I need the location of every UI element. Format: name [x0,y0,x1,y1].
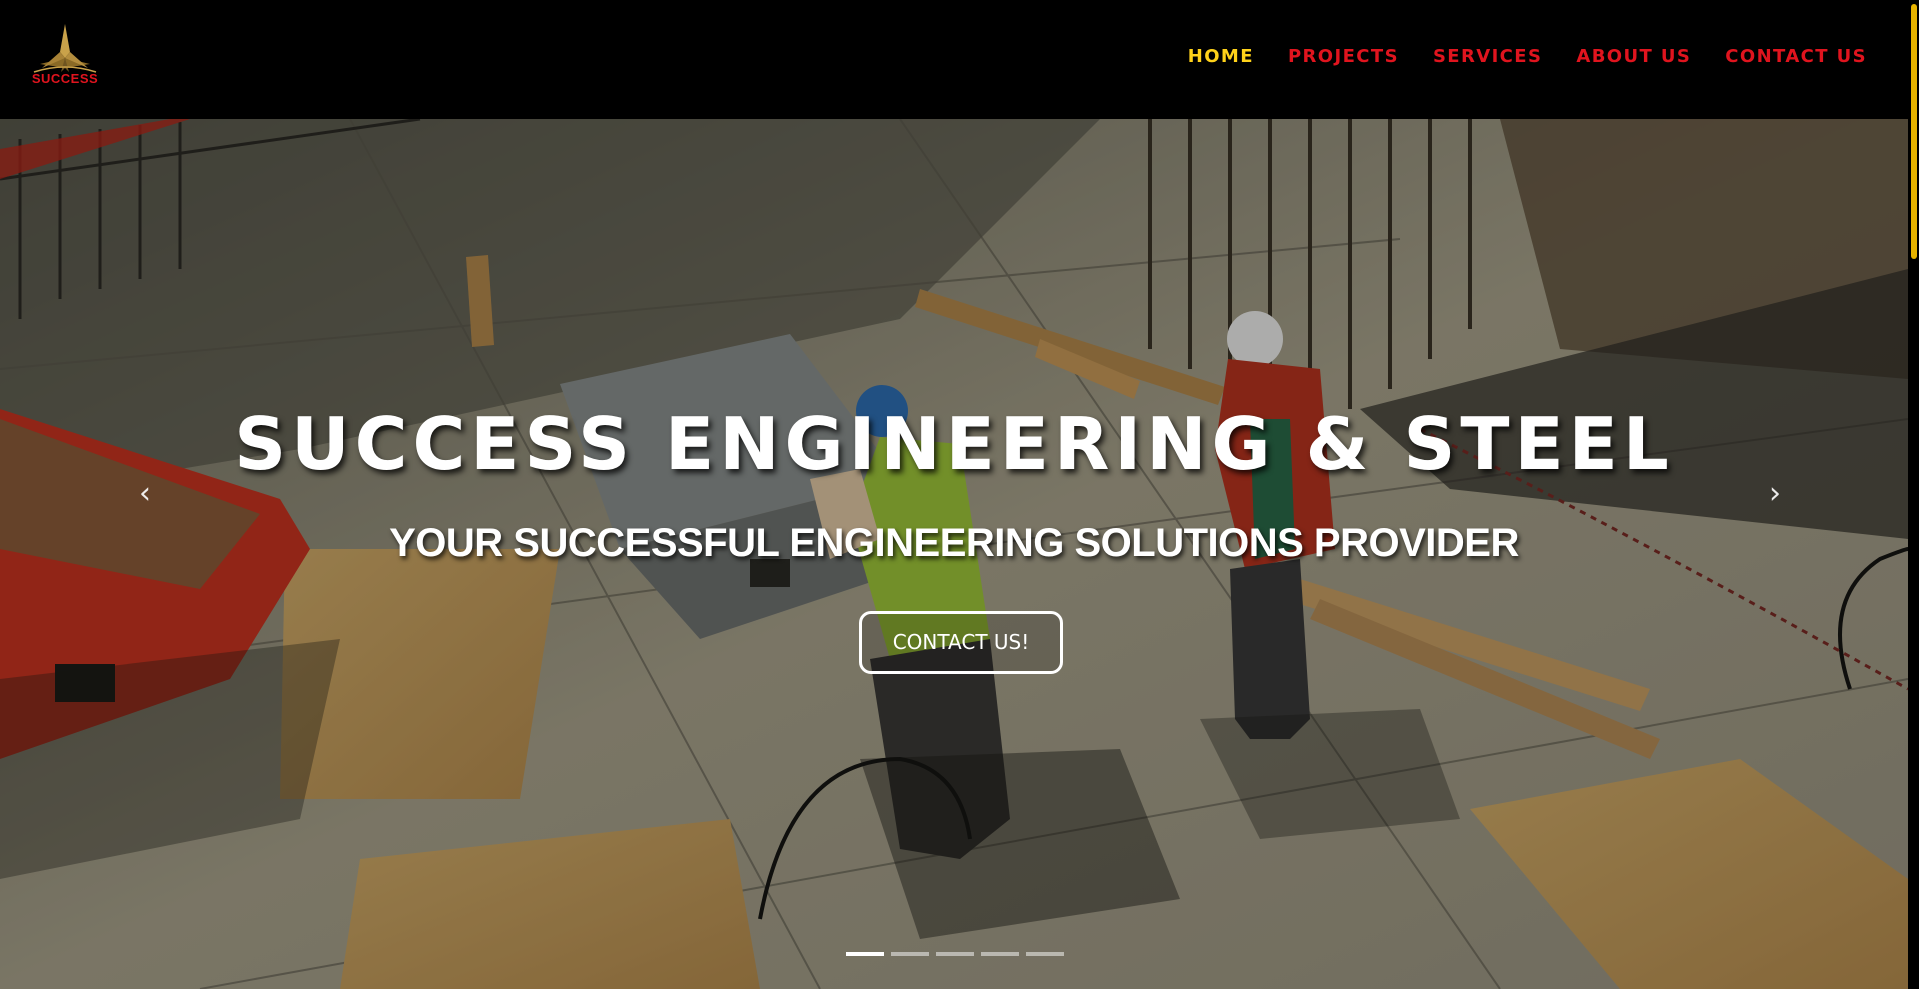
carousel-indicator[interactable] [1026,952,1064,956]
nav-item-projects[interactable]: PROJECTS [1288,46,1399,67]
carousel-indicator[interactable] [936,952,974,956]
page: SUCCESS HOME PROJECTS SERVICES ABOUT US … [0,0,1919,989]
carousel-indicator[interactable] [846,952,884,956]
nav-item-about-us[interactable]: ABOUT US [1576,46,1691,67]
contact-us-button[interactable]: CONTACT US! [859,611,1063,674]
nav-item-home[interactable]: HOME [1188,46,1254,67]
main-nav: HOME PROJECTS SERVICES ABOUT US CONTACT … [1154,46,1867,67]
carousel-indicator[interactable] [891,952,929,956]
carousel-indicator[interactable] [981,952,1019,956]
scrollbar-thumb[interactable] [1911,4,1917,259]
carousel-indicators [846,952,1064,956]
hero-subtitle: YOUR SUCCESSFUL ENGINEERING SOLUTIONS PR… [389,521,1519,565]
hero-carousel: ‹ › SUCCESS ENGINEERING & STEEL YOUR SUC… [0,119,1908,989]
brand-logo[interactable]: SUCCESS [20,22,110,88]
logo-text: SUCCESS [31,71,99,86]
page-scrollbar[interactable] [1908,0,1919,989]
nav-item-services[interactable]: SERVICES [1433,46,1542,67]
hero-title: SUCCESS ENGINEERING & STEEL [234,402,1674,486]
top-navbar: SUCCESS HOME PROJECTS SERVICES ABOUT US … [0,0,1908,119]
nav-item-contact-us[interactable]: CONTACT US [1725,46,1867,67]
